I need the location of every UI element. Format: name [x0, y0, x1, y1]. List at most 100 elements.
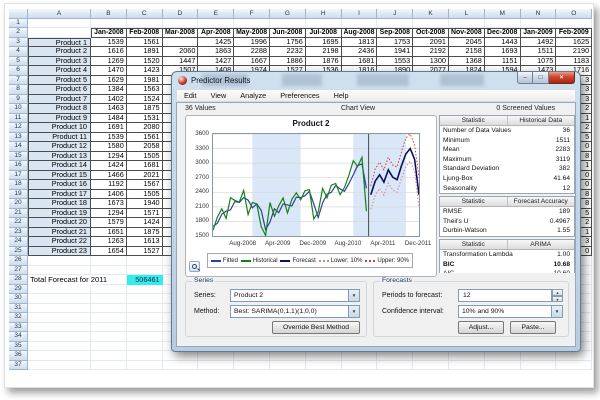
cell[interactable]: [306, 19, 342, 29]
value-cell[interactable]: 1531: [127, 114, 163, 124]
cell[interactable]: [163, 361, 199, 371]
value-cell[interactable]: 1484: [91, 114, 127, 124]
row-header-25[interactable]: 25: [9, 247, 28, 257]
cell[interactable]: [198, 361, 234, 371]
cell[interactable]: [413, 351, 449, 361]
cell[interactable]: [91, 323, 127, 333]
cell[interactable]: [127, 332, 163, 342]
product-name-cell[interactable]: Product 17: [28, 190, 91, 200]
column-header-K[interactable]: K: [413, 9, 449, 19]
value-cell[interactable]: 1192: [91, 180, 127, 190]
product-name-cell[interactable]: Product 18: [28, 199, 91, 209]
override-best-method-button[interactable]: Override Best Method: [272, 321, 360, 334]
month-header-cell[interactable]: Jan-2009: [521, 28, 557, 38]
cell[interactable]: [91, 266, 127, 276]
value-cell[interactable]: 2045: [449, 38, 485, 48]
value-cell[interactable]: 1269: [91, 57, 127, 67]
cell[interactable]: [127, 351, 163, 361]
value-cell[interactable]: 1553: [377, 57, 413, 67]
cell[interactable]: [198, 19, 234, 29]
value-cell[interactable]: 1527: [127, 247, 163, 257]
month-header-cell[interactable]: Jul-2008: [306, 28, 342, 38]
value-cell[interactable]: 1813: [342, 38, 378, 48]
value-cell[interactable]: 2190: [556, 47, 592, 57]
value-cell[interactable]: 1294: [91, 209, 127, 219]
cell[interactable]: [449, 19, 485, 29]
cell[interactable]: [28, 256, 91, 266]
value-cell[interactable]: 1368: [449, 57, 485, 67]
row-header-29[interactable]: 29: [9, 285, 28, 295]
value-cell[interactable]: 1447: [163, 57, 199, 67]
value-cell[interactable]: 1681: [127, 161, 163, 171]
cell[interactable]: [91, 313, 127, 323]
row-header-18[interactable]: 18: [9, 180, 28, 190]
cell[interactable]: [91, 294, 127, 304]
value-cell[interactable]: 1996: [234, 38, 270, 48]
month-header-cell[interactable]: Aug-2008: [342, 28, 378, 38]
value-cell[interactable]: 1875: [127, 104, 163, 114]
cell[interactable]: [306, 351, 342, 361]
value-cell[interactable]: 1580: [91, 142, 127, 152]
value-cell[interactable]: 1625: [556, 38, 592, 48]
product-name-cell[interactable]: Product 6: [28, 85, 91, 95]
cell[interactable]: [127, 285, 163, 295]
value-cell[interactable]: 1695: [306, 38, 342, 48]
cell[interactable]: [127, 323, 163, 333]
menu-item-help[interactable]: Help: [327, 90, 356, 101]
total-forecast-label[interactable]: Total Forecast for 2011: [28, 275, 91, 285]
cell[interactable]: [556, 19, 592, 29]
menu-item-preferences[interactable]: Preferences: [273, 90, 326, 101]
value-cell[interactable]: 1466: [91, 171, 127, 181]
select-all-corner[interactable]: [9, 9, 28, 19]
value-cell[interactable]: 1505: [127, 190, 163, 200]
column-header-L[interactable]: L: [449, 9, 485, 19]
value-cell[interactable]: 1681: [342, 57, 378, 67]
maximize-button[interactable]: □: [533, 72, 549, 84]
row-header-32[interactable]: 32: [9, 313, 28, 323]
cell[interactable]: [556, 361, 592, 371]
value-cell[interactable]: 1539: [91, 38, 127, 48]
cell[interactable]: [127, 342, 163, 352]
cell[interactable]: [28, 304, 91, 314]
cell[interactable]: [28, 351, 91, 361]
row-header-31[interactable]: 31: [9, 304, 28, 314]
product-name-cell[interactable]: Product 8: [28, 104, 91, 114]
value-cell[interactable]: 1539: [91, 133, 127, 143]
cell[interactable]: [28, 323, 91, 333]
cell[interactable]: [342, 351, 378, 361]
cell[interactable]: [127, 266, 163, 276]
value-cell[interactable]: 1567: [127, 180, 163, 190]
row-header-6[interactable]: 6: [9, 66, 28, 76]
value-cell[interactable]: 1654: [91, 247, 127, 257]
row-header-37[interactable]: 37: [9, 361, 28, 371]
product-name-cell[interactable]: Product 16: [28, 180, 91, 190]
cell[interactable]: [342, 361, 378, 371]
cell[interactable]: [413, 361, 449, 371]
cell[interactable]: [91, 342, 127, 352]
column-header-A[interactable]: A: [28, 9, 91, 19]
cell[interactable]: [127, 19, 163, 29]
row-header-1[interactable]: 1: [9, 19, 28, 29]
row-header-21[interactable]: 21: [9, 209, 28, 219]
cell[interactable]: [127, 313, 163, 323]
cell[interactable]: [28, 332, 91, 342]
value-cell[interactable]: 1463: [91, 104, 127, 114]
value-cell[interactable]: 1183: [556, 57, 592, 67]
paste-button[interactable]: Paste...: [510, 321, 556, 334]
cell[interactable]: [91, 304, 127, 314]
value-cell[interactable]: 2232: [270, 47, 306, 57]
row-header-19[interactable]: 19: [9, 190, 28, 200]
row-header-7[interactable]: 7: [9, 76, 28, 86]
row-header-36[interactable]: 36: [9, 351, 28, 361]
value-cell[interactable]: 1579: [91, 218, 127, 228]
value-cell[interactable]: 1616: [91, 47, 127, 57]
cell[interactable]: [521, 19, 557, 29]
value-cell[interactable]: 1443: [485, 38, 521, 48]
value-cell[interactable]: 2436: [342, 47, 378, 57]
row-header-10[interactable]: 10: [9, 104, 28, 114]
product-name-cell[interactable]: Product 19: [28, 209, 91, 219]
value-cell[interactable]: 1384: [91, 85, 127, 95]
value-cell[interactable]: 1406: [91, 190, 127, 200]
value-cell[interactable]: 1863: [198, 47, 234, 57]
value-cell[interactable]: 1563: [127, 85, 163, 95]
